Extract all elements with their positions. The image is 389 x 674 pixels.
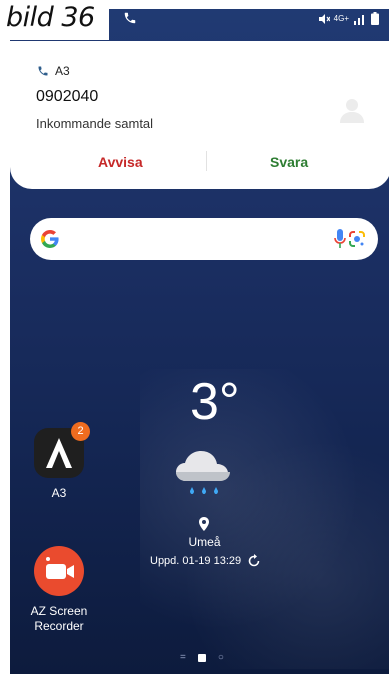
button-divider [206, 151, 207, 171]
network-type: 4G+ [333, 14, 349, 23]
wallpaper-stars [140, 369, 389, 669]
notification-badge: 2 [71, 422, 90, 441]
snow-cloud-icon [176, 451, 230, 494]
overlay-label-text: bild 36 [6, 2, 95, 33]
mute-icon [318, 13, 330, 24]
a3-app-tile: 2 [34, 422, 90, 478]
overlay-label: bild 36 [0, 0, 109, 40]
answer-button[interactable]: Svara [270, 154, 308, 170]
phone-call-icon [124, 12, 136, 24]
temperature: 3° [190, 373, 240, 431]
decline-button[interactable]: Avvisa [98, 154, 143, 170]
notification-header: A3 [37, 64, 70, 78]
refresh-icon[interactable] [247, 554, 261, 568]
caller-number: 0902040 [36, 88, 99, 105]
home-page-dot [197, 653, 206, 662]
az-recorder-tile [34, 546, 84, 596]
signal-icon [354, 14, 364, 25]
incoming-call-notification[interactable]: A3 0902040 Inkommande samtal Avvisa Svar… [10, 41, 389, 189]
battery-icon [371, 12, 379, 25]
google-search-bar[interactable] [30, 218, 378, 260]
app-icon-az-screen-recorder[interactable]: AZ Screen Recorder [22, 546, 96, 634]
page-dot: ○ [217, 652, 224, 663]
voice-search-icon[interactable] [334, 229, 346, 249]
video-camera-icon [46, 557, 74, 579]
app-label-az-screen-recorder: AZ Screen Recorder [30, 604, 88, 633]
location-pin-icon [199, 517, 209, 531]
call-status: Inkommande samtal [36, 116, 154, 131]
contact-avatar-icon [340, 99, 364, 123]
google-logo-icon [41, 230, 59, 248]
app-icon-a3[interactable]: 2 A3 [33, 422, 90, 501]
page-indicator: = ○ [180, 652, 224, 663]
google-lens-icon[interactable] [348, 230, 366, 248]
weather-updated-time: Uppd. 01-19 13:29 [150, 555, 242, 567]
menu-page-dot: = [180, 652, 186, 663]
weather-updated-row: Uppd. 01-19 13:29 [150, 554, 261, 568]
notification-app-name: A3 [55, 64, 70, 78]
app-label-a3: A3 [51, 486, 67, 500]
phone-icon [38, 66, 48, 76]
